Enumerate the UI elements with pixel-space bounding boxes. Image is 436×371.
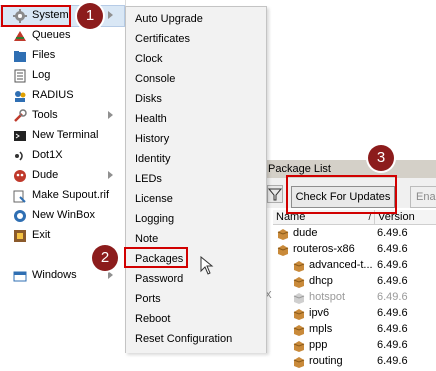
submenu-arrow-icon	[108, 271, 113, 279]
package-icon	[277, 228, 289, 240]
package-icon	[293, 276, 305, 288]
menu-item-label: New Terminal	[32, 129, 99, 141]
menu-item-label: New WinBox	[32, 209, 95, 221]
queues-icon	[13, 29, 27, 43]
table-row[interactable]: advanced-t... 6.49.6	[265, 258, 436, 274]
radius-icon	[13, 89, 27, 103]
menu-item-label: Files	[32, 49, 56, 61]
submenu-arrow-icon	[108, 171, 113, 179]
table-row[interactable]: dhcp 6.49.6	[265, 274, 436, 290]
menu-item-label: Dude	[32, 169, 59, 181]
table-row[interactable]: routing 6.49.6	[265, 354, 436, 370]
submenu-item-ports[interactable]: Ports	[135, 289, 161, 309]
submenu-item-history[interactable]: History	[135, 129, 169, 149]
check-updates-highlight-box	[286, 175, 397, 214]
windows-icon	[13, 269, 27, 283]
system-highlight-box	[1, 5, 71, 27]
submenu-item-disks[interactable]: Disks	[135, 89, 162, 109]
terminal-icon	[13, 129, 27, 143]
package-icon	[293, 292, 305, 304]
menu-item-radius[interactable]: RADIUS	[0, 86, 124, 106]
tools-icon	[13, 109, 27, 123]
package-icon	[293, 356, 305, 368]
table-row[interactable]: routeros-x86 6.49.6	[265, 242, 436, 258]
dude-icon	[13, 169, 27, 183]
menu-item-label: Exit	[32, 229, 51, 241]
table-row[interactable]: dude 6.49.6	[265, 226, 436, 242]
menu-item-label: Dot1X	[32, 149, 63, 161]
menu-item-queues[interactable]: Queues	[0, 26, 124, 46]
supout-icon	[13, 189, 27, 203]
main-menu: System Queues Files Log RADIUS Tools New…	[0, 0, 126, 352]
submenu-item-health[interactable]: Health	[135, 109, 167, 129]
package-icon	[293, 340, 305, 352]
menu-item-files[interactable]: Files	[0, 46, 124, 66]
submenu-arrow-icon	[108, 111, 113, 119]
step-badge-2: 2	[92, 245, 118, 271]
menu-item-dot1x[interactable]: Dot1X	[0, 146, 124, 166]
menu-item-log[interactable]: Log	[0, 66, 124, 86]
submenu-item-auto-upgrade[interactable]: Auto Upgrade	[135, 9, 203, 29]
step-badge-3: 3	[368, 145, 394, 171]
table-row[interactable]: mpls 6.49.6	[265, 322, 436, 338]
submenu-item-reset-configuration[interactable]: Reset Configuration	[135, 329, 232, 349]
enable-button[interactable]: Enable	[410, 186, 436, 208]
menu-item-label: Queues	[32, 29, 71, 41]
menu-item-exit[interactable]: Exit	[0, 226, 124, 246]
submenu-item-note[interactable]: Note	[135, 229, 158, 249]
folder-icon	[13, 49, 27, 63]
menu-item-label: RADIUS	[32, 89, 74, 101]
step-badge-1: 1	[77, 3, 103, 29]
table-row[interactable]: ipv6 6.49.6	[265, 306, 436, 322]
submenu-item-identity[interactable]: Identity	[135, 149, 170, 169]
submenu-item-leds[interactable]: LEDs	[135, 169, 162, 189]
submenu-item-password[interactable]: Password	[135, 269, 183, 289]
package-icon	[293, 324, 305, 336]
log-icon	[13, 69, 27, 83]
filter-button[interactable]	[267, 185, 283, 203]
menu-item-new-winbox[interactable]: New WinBox	[0, 206, 124, 226]
submenu-item-license[interactable]: License	[135, 189, 173, 209]
menu-item-label: Windows	[32, 269, 77, 281]
submenu-arrow-icon	[108, 11, 113, 19]
submenu-item-console[interactable]: Console	[135, 69, 175, 89]
exit-icon	[13, 229, 27, 243]
submenu-item-clock[interactable]: Clock	[135, 49, 163, 69]
filter-icon	[267, 188, 283, 201]
package-icon	[277, 244, 289, 256]
submenu-item-reboot[interactable]: Reboot	[135, 309, 170, 329]
menu-item-label: Make Supout.rif	[32, 189, 110, 201]
table-row[interactable]: X hotspot 6.49.6	[265, 290, 436, 306]
winbox-icon	[13, 209, 27, 223]
mouse-cursor-icon	[200, 255, 216, 276]
menu-item-make-supout[interactable]: Make Supout.rif	[0, 186, 124, 206]
package-icon	[293, 308, 305, 320]
submenu-item-certificates[interactable]: Certificates	[135, 29, 190, 49]
menu-item-label: Tools	[32, 109, 58, 121]
menu-item-new-terminal[interactable]: New Terminal	[0, 126, 124, 146]
package-icon	[293, 260, 305, 272]
window-title: Package List	[268, 163, 331, 175]
packages-highlight-box	[124, 247, 188, 268]
system-submenu: Auto Upgrade Certificates Clock Console …	[125, 6, 267, 353]
dot1x-icon	[13, 149, 27, 163]
submenu-item-logging[interactable]: Logging	[135, 209, 174, 229]
menu-item-label: Log	[32, 69, 51, 81]
menu-item-tools[interactable]: Tools	[0, 106, 124, 126]
menu-item-dude[interactable]: Dude	[0, 166, 124, 186]
